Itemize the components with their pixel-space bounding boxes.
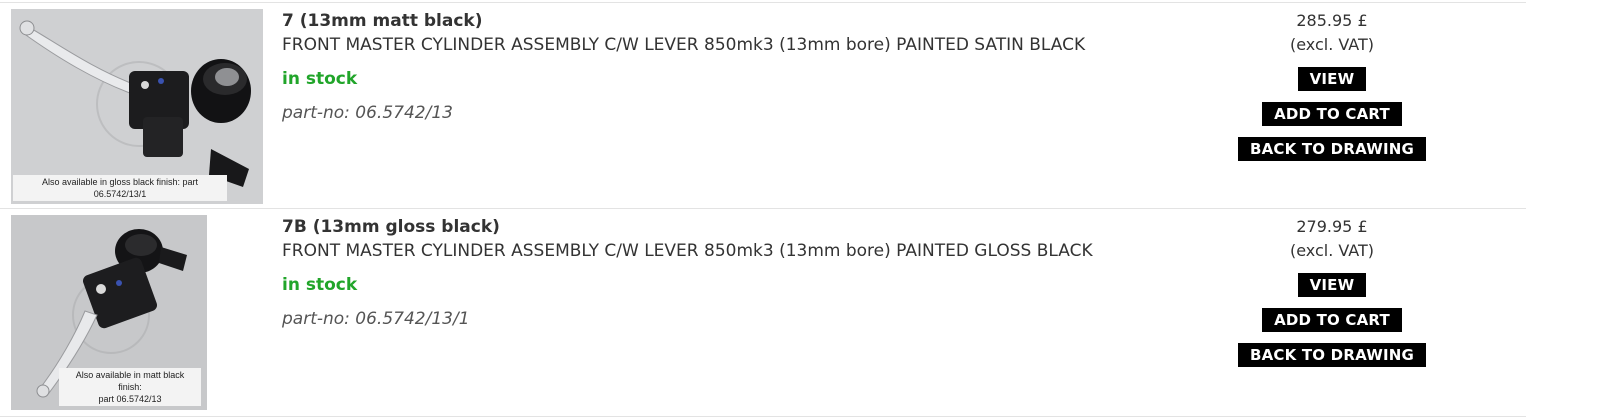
view-button[interactable]: VIEW [1297,67,1367,91]
part-number: part-no: 06.5742/13 [282,103,453,123]
stock-status: in stock [282,69,358,89]
image-caption: Also available in gloss black finish: pa… [13,175,227,201]
product-info: 7B (13mm gloss black) FRONT MASTER CYLIN… [282,215,1182,331]
price-actions: 285.95 £ (excl. VAT) VIEW ADD TO CART BA… [1232,9,1432,161]
product-title[interactable]: 7 (13mm matt black) [282,9,1182,33]
back-to-drawing-button[interactable]: BACK TO DRAWING [1237,343,1427,367]
price: 279.95 £ [1296,217,1368,236]
image-caption: Also available in matt black finish: par… [59,368,201,406]
product-info: 7 (13mm matt black) FRONT MASTER CYLINDE… [282,9,1182,125]
product-image[interactable]: Also available in matt black finish: par… [11,215,207,410]
image-caption-line: Also available in matt black finish: [75,370,185,392]
add-to-cart-button[interactable]: ADD TO CART [1262,308,1402,332]
product-description: FRONT MASTER CYLINDER ASSEMBLY C/W LEVER… [282,35,1086,55]
vat-note: (excl. VAT) [1289,35,1375,54]
view-button[interactable]: VIEW [1297,273,1367,297]
part-number: part-no: 06.5742/13/1 [282,309,470,329]
back-to-drawing-button[interactable]: BACK TO DRAWING [1237,137,1427,161]
product-image[interactable]: Also available in gloss black finish: pa… [11,9,263,204]
product-description: FRONT MASTER CYLINDER ASSEMBLY C/W LEVER… [282,241,1093,261]
price: 285.95 £ [1296,11,1368,30]
product-row: Also available in gloss black finish: pa… [0,2,1526,208]
add-to-cart-button[interactable]: ADD TO CART [1262,102,1402,126]
image-caption-line: part 06.5742/13 [98,394,162,404]
vat-note: (excl. VAT) [1289,241,1375,260]
product-title[interactable]: 7B (13mm gloss black) [282,215,1182,239]
price-actions: 279.95 £ (excl. VAT) VIEW ADD TO CART BA… [1232,215,1432,367]
stock-status: in stock [282,275,358,295]
product-row: Also available in matt black finish: par… [0,208,1526,417]
product-list: Also available in gloss black finish: pa… [0,0,1526,417]
